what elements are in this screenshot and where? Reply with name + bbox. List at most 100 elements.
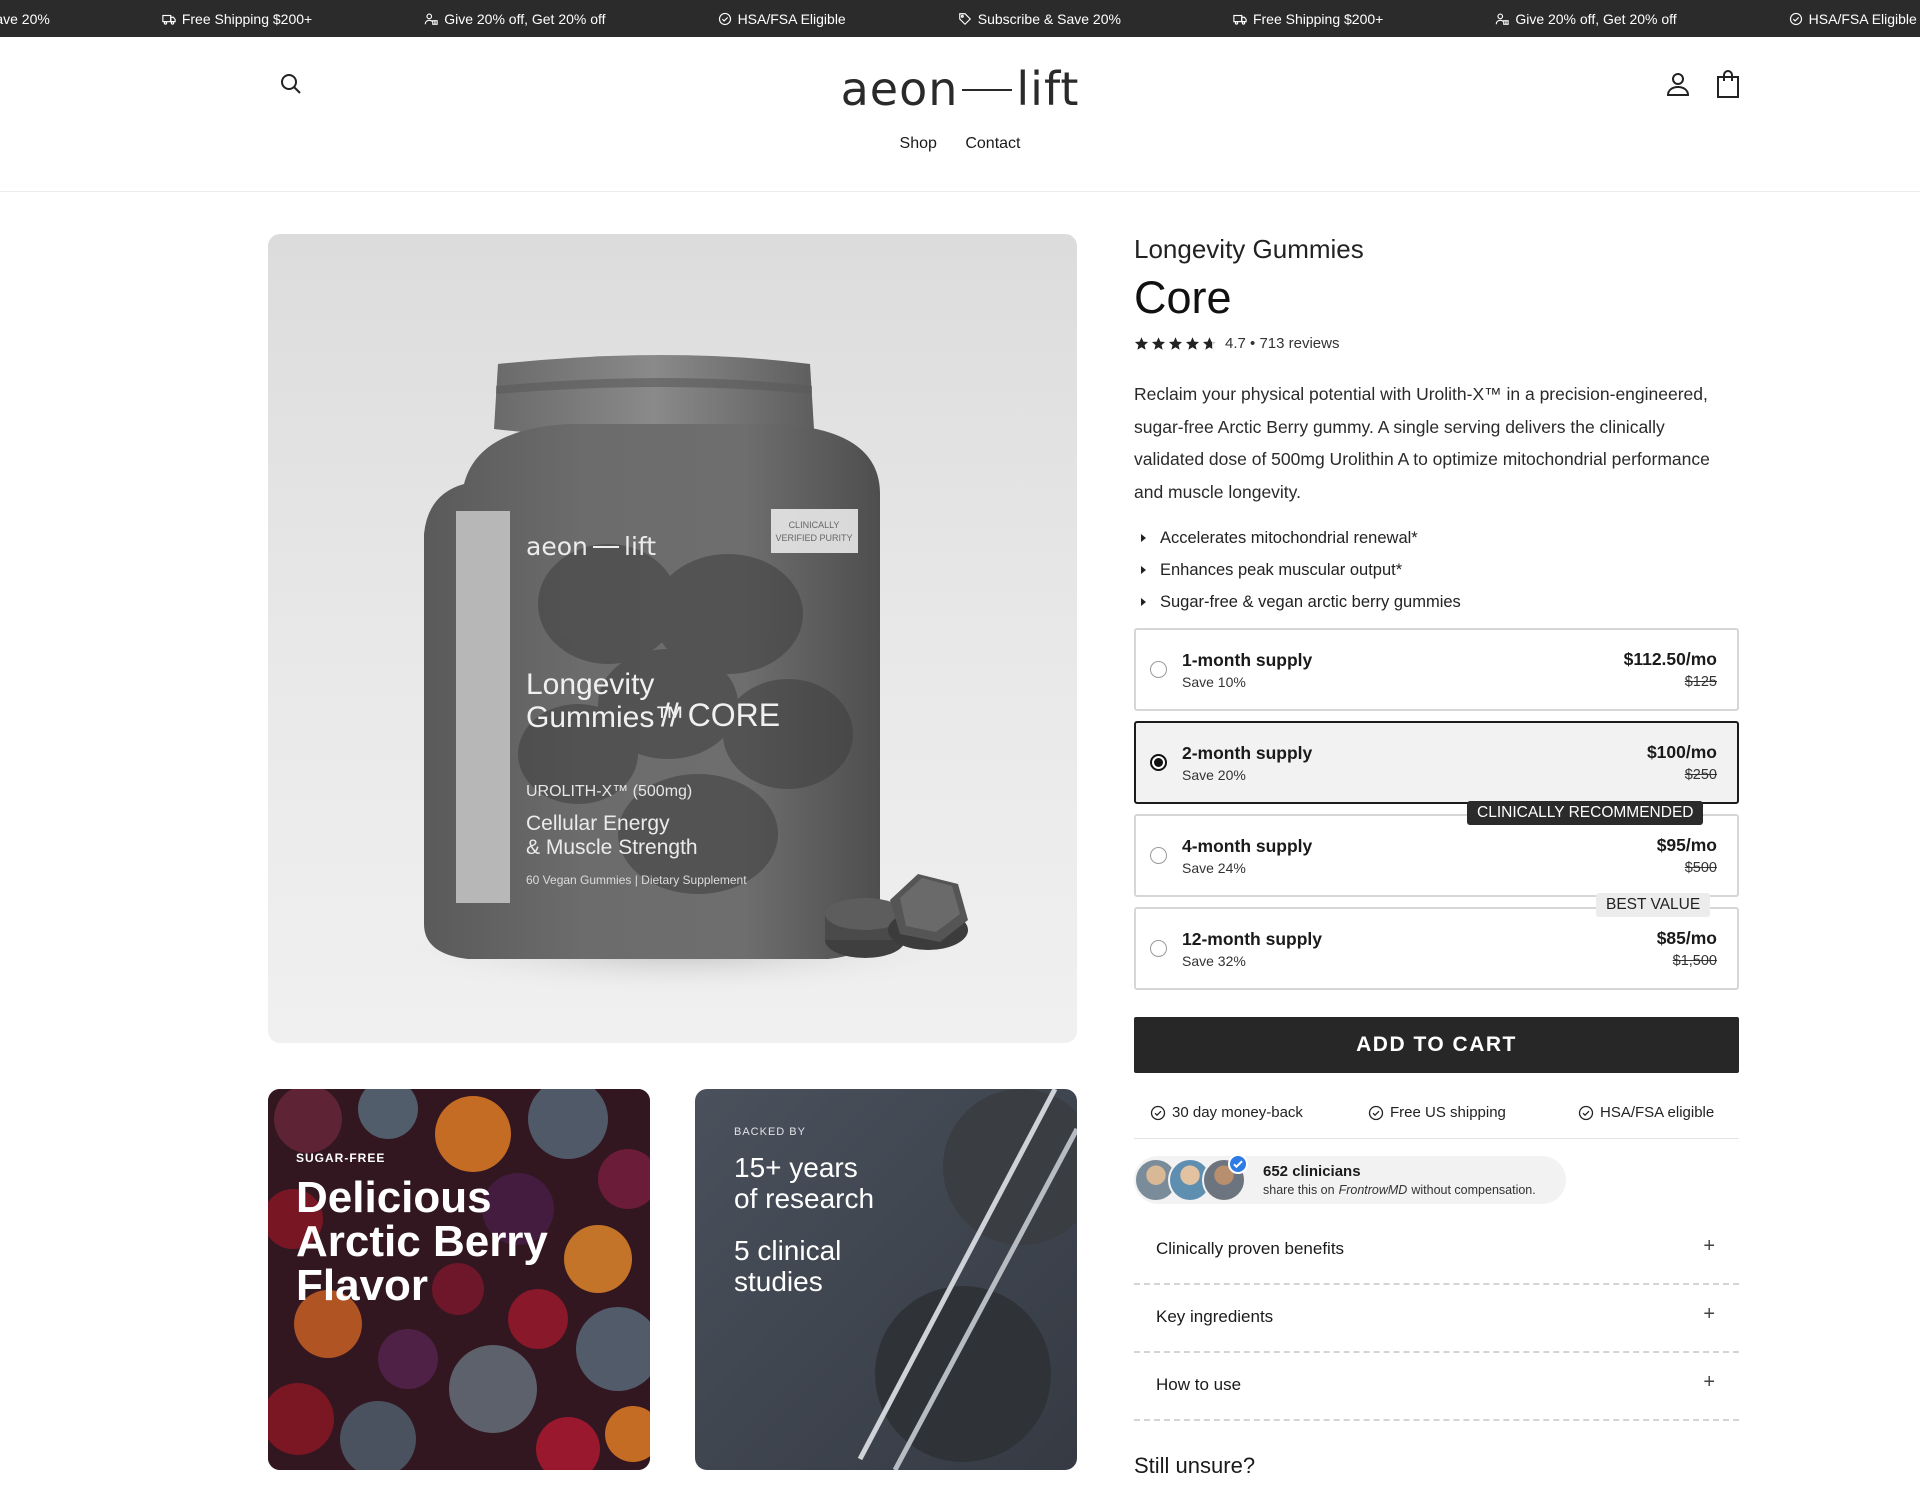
guarantee-money-back: 30 day money-back bbox=[1150, 1104, 1303, 1121]
clinician-endorsement[interactable]: 652 clinicians share this on FrontrowMD wi… bbox=[1134, 1154, 1566, 1204]
benefit-item: Enhances peak muscular output* bbox=[1134, 554, 1461, 586]
frontrowmd-link[interactable]: FrontrowMD bbox=[1339, 1183, 1408, 1197]
radio-button[interactable] bbox=[1150, 661, 1167, 678]
truck-icon bbox=[162, 14, 176, 25]
plus-icon: + bbox=[1703, 1235, 1715, 1257]
option-original-price: $1,500 bbox=[1672, 953, 1717, 969]
announcement-item: Free Shipping $200+ bbox=[162, 11, 312, 27]
jar-benefit-line1: Cellular Energy bbox=[526, 812, 670, 835]
jar-footnote: 60 Vegan Gummies | Dietary Supplement bbox=[526, 873, 747, 887]
accordion-clinical-benefits[interactable]: Clinically proven benefits + bbox=[1134, 1217, 1739, 1285]
clinically-recommended-badge: CLINICALLY RECOMMENDED bbox=[1467, 801, 1704, 825]
option-original-price: $125 bbox=[1684, 674, 1717, 690]
clinician-disclaimer: share this on FrontrowMD without compensat… bbox=[1263, 1183, 1536, 1197]
accordion-key-ingredients[interactable]: Key ingredients + bbox=[1134, 1285, 1739, 1353]
product-rating[interactable]: 4.7 • 713 reviews bbox=[1134, 335, 1339, 352]
purity-badge-line2: VERIFIED PURITY bbox=[775, 533, 852, 543]
option-price: $85/mo bbox=[1656, 928, 1717, 948]
jar-variant: // CORE bbox=[661, 697, 780, 733]
rating-text: 4.7 • 713 reviews bbox=[1225, 335, 1340, 352]
logo-dash bbox=[962, 88, 1013, 91]
option-savings: Save 10% bbox=[1182, 674, 1246, 690]
announcement-item: Give 20% off, Get 20% off bbox=[1495, 11, 1677, 27]
cart-button[interactable] bbox=[1714, 69, 1742, 99]
star-icon bbox=[1168, 337, 1183, 350]
check-circle-icon bbox=[1578, 1105, 1594, 1120]
product-jar-illustration: CLINICALLY VERIFIED PURITY aeon lift Lon… bbox=[388, 355, 968, 994]
flavor-title-line2: Arctic Berry bbox=[296, 1217, 548, 1266]
benefit-item: Sugar-free & vegan arctic berry gummies bbox=[1134, 586, 1461, 618]
still-unsure-heading: Still unsure? bbox=[1134, 1453, 1256, 1478]
announcement-item: Subscribe & Save 20% bbox=[958, 11, 1121, 27]
supply-option-1-month[interactable]: 1-month supply Save 10% $112.50/mo $125 bbox=[1134, 628, 1739, 711]
radio-button[interactable] bbox=[1150, 940, 1167, 957]
flavor-tile[interactable]: SUGAR-FREE Delicious Arctic Berry Flavor bbox=[268, 1089, 650, 1470]
option-price: $112.50/mo bbox=[1623, 649, 1717, 669]
clinician-avatars bbox=[1134, 1154, 1249, 1202]
benefit-item: Accelerates mitochondrial renewal* bbox=[1134, 522, 1461, 554]
product-subtitle: Longevity Gummies bbox=[1134, 234, 1364, 264]
option-name: 12-month supply bbox=[1182, 929, 1323, 949]
nav-contact[interactable]: Contact bbox=[965, 135, 1020, 152]
jar-label-strip bbox=[456, 511, 510, 903]
option-name: 1-month supply bbox=[1182, 650, 1313, 670]
jar-brand-dash bbox=[593, 546, 619, 548]
research-studies: 5 clinical studies bbox=[734, 1235, 842, 1297]
supply-option-12-month[interactable]: 12-month supply Save 32% $85/mo $1,500 bbox=[1134, 907, 1739, 990]
announcement-bar: Save 20% Free Shipping $200+ Give 20% of… bbox=[0, 0, 1920, 37]
option-savings: Save 32% bbox=[1182, 953, 1246, 969]
guarantee-free-shipping: Free US shipping bbox=[1368, 1104, 1506, 1121]
star-icon bbox=[1151, 337, 1166, 350]
announcement-item: HSA/FSA Eligible bbox=[1789, 11, 1917, 27]
site-header: aeon lift Shop Contact bbox=[0, 37, 1920, 192]
announcement-item: HSA/FSA Eligible bbox=[718, 11, 846, 27]
plus-icon: + bbox=[1703, 1303, 1715, 1325]
shopping-bag-icon bbox=[1717, 70, 1739, 98]
radio-button[interactable] bbox=[1150, 847, 1167, 864]
star-icon bbox=[1185, 337, 1200, 350]
radio-button-selected[interactable] bbox=[1150, 754, 1167, 771]
research-tile[interactable]: BACKED BY 15+ years of research 5 clinica… bbox=[695, 1089, 1077, 1470]
nav-shop[interactable]: Shop bbox=[900, 135, 937, 152]
announcement-ticker: Save 20% Free Shipping $200+ Give 20% of… bbox=[0, 0, 1920, 37]
product-hero-image[interactable]: CLINICALLY VERIFIED PURITY aeon lift Lon… bbox=[268, 234, 1077, 1043]
account-button[interactable] bbox=[1664, 70, 1692, 98]
main-nav: Shop Contact bbox=[0, 135, 1920, 153]
supply-option-2-month[interactable]: 2-month supply Save 20% $100/mo $250 bbox=[1134, 721, 1739, 804]
option-savings: Save 20% bbox=[1182, 767, 1246, 783]
guarantee-hsa-fsa: HSA/FSA eligible bbox=[1578, 1104, 1714, 1121]
announcement-item: Save 20% bbox=[0, 10, 50, 27]
purity-badge bbox=[771, 509, 858, 553]
jar-name-line1: Longevity bbox=[526, 668, 654, 701]
research-years: 15+ years of research bbox=[734, 1152, 875, 1214]
plus-icon: + bbox=[1703, 1371, 1715, 1393]
accordion-how-to-use[interactable]: How to use + bbox=[1134, 1353, 1739, 1421]
star-rating bbox=[1134, 336, 1217, 351]
add-to-cart-button[interactable]: ADD TO CART bbox=[1134, 1017, 1739, 1073]
flavor-title-line1: Delicious bbox=[296, 1173, 492, 1222]
guarantee-row: 30 day money-back Free US shipping HSA/F… bbox=[1134, 1094, 1739, 1139]
jar-ingredient: UROLITH-X™ (500mg) bbox=[526, 783, 692, 800]
truck-icon bbox=[1233, 14, 1247, 25]
jar-benefit-line2: & Muscle Strength bbox=[526, 836, 698, 859]
best-value-badge: BEST VALUE bbox=[1596, 893, 1711, 917]
triangle-bullet-icon bbox=[1141, 534, 1146, 542]
check-circle-icon bbox=[1789, 12, 1802, 25]
triangle-bullet-icon bbox=[1141, 566, 1146, 574]
option-original-price: $500 bbox=[1684, 860, 1717, 876]
announcement-item: Free Shipping $200+ bbox=[1233, 11, 1383, 27]
benefit-list: Accelerates mitochondrial renewal* Enhan… bbox=[1134, 522, 1461, 618]
product-title: Core bbox=[1134, 272, 1232, 323]
triangle-bullet-icon bbox=[1141, 598, 1146, 606]
jar-brand-right: lift bbox=[624, 532, 656, 561]
star-icon bbox=[1134, 337, 1149, 350]
user-icon bbox=[1666, 73, 1690, 96]
site-logo[interactable]: aeon lift bbox=[0, 62, 1920, 116]
check-circle-icon bbox=[1150, 1105, 1166, 1120]
check-circle-icon bbox=[718, 12, 731, 25]
option-savings: Save 24% bbox=[1182, 860, 1246, 876]
supply-option-4-month[interactable]: 4-month supply Save 24% $95/mo $500 bbox=[1134, 814, 1739, 897]
verified-badge-icon bbox=[1228, 1154, 1248, 1174]
option-price: $100/mo bbox=[1646, 742, 1717, 762]
flavor-eyebrow: SUGAR-FREE bbox=[296, 1151, 386, 1165]
